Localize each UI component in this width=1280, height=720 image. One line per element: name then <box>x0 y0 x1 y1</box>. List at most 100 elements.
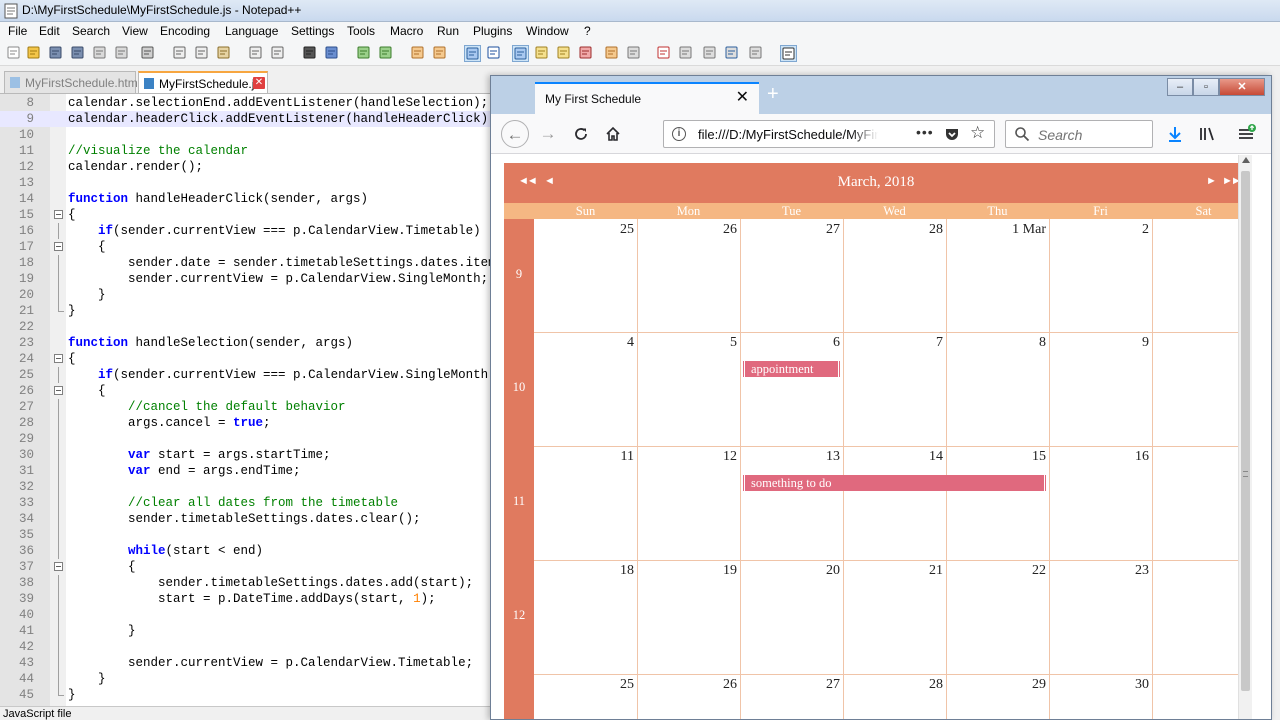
zoom-out-icon[interactable] <box>378 45 395 62</box>
doc-map-icon[interactable] <box>556 45 573 62</box>
menu-hamburger-icon[interactable] <box>1236 124 1256 144</box>
date-cell-label[interactable]: 25 <box>534 222 634 238</box>
new-tab-button[interactable]: + <box>767 84 779 104</box>
menu-item-plugins[interactable]: Plugins <box>473 24 512 38</box>
maximize-window-button[interactable]: ▫ <box>1193 78 1219 96</box>
user-lang-icon[interactable] <box>534 45 551 62</box>
file-tab-0[interactable]: MyFirstSchedule.html <box>4 71 140 93</box>
close-tab-icon[interactable]: ✕ <box>736 90 749 106</box>
menu-item-help[interactable]: ? <box>584 24 591 38</box>
save-macro-icon[interactable] <box>748 45 765 62</box>
folder-workspace-icon[interactable] <box>604 45 621 62</box>
calendar-header[interactable]: ◄◄ ◄ March, 2018 ► ►► <box>504 163 1248 203</box>
sync-horizontal-icon[interactable] <box>432 45 449 62</box>
cut-icon[interactable] <box>172 45 189 62</box>
minimize-window-button[interactable]: – <box>1167 78 1193 96</box>
date-cell-label[interactable]: 1 Mar <box>946 222 1046 238</box>
fold-toggle-icon[interactable] <box>54 210 63 219</box>
pocket-icon[interactable] <box>944 126 960 142</box>
function-list-icon[interactable] <box>578 45 595 62</box>
calendar-title[interactable]: March, 2018 <box>504 174 1248 191</box>
week-number[interactable]: 10 <box>504 380 534 395</box>
close-tab-icon[interactable]: ✕ <box>253 77 265 89</box>
copy-icon[interactable] <box>194 45 211 62</box>
menu-item-file[interactable]: File <box>8 24 27 38</box>
date-cell-label[interactable]: 25 <box>534 677 634 693</box>
date-cell-label[interactable]: 13 <box>740 449 840 465</box>
date-cell-label[interactable]: 26 <box>637 222 737 238</box>
date-cell-label[interactable]: 12 <box>637 449 737 465</box>
print-icon[interactable] <box>140 45 157 62</box>
date-cell-label[interactable]: 9 <box>1049 335 1149 351</box>
date-cell-label[interactable]: 23 <box>1049 563 1149 579</box>
home-button[interactable] <box>599 120 627 148</box>
save-all-icon[interactable] <box>70 45 87 62</box>
menu-item-search[interactable]: Search <box>72 24 110 38</box>
fold-toggle-icon[interactable] <box>54 386 63 395</box>
date-cell-label[interactable]: 2 <box>1049 222 1149 238</box>
scrollbar-thumb[interactable] <box>1241 171 1250 691</box>
open-file-icon[interactable] <box>26 45 43 62</box>
forward-button[interactable]: → <box>534 120 562 148</box>
run-macro-multiple-icon[interactable] <box>724 45 741 62</box>
date-cell-label[interactable]: 6 <box>740 335 840 351</box>
date-cell-label[interactable]: 10 <box>1152 335 1248 351</box>
file-tab-1[interactable]: MyFirstSchedule.js ✕ <box>138 71 268 93</box>
scroll-up-arrow-icon[interactable] <box>1242 157 1250 163</box>
paste-icon[interactable] <box>216 45 233 62</box>
menu-item-edit[interactable]: Edit <box>39 24 60 38</box>
menu-item-window[interactable]: Window <box>526 24 569 38</box>
downloads-icon[interactable] <box>1165 124 1185 144</box>
word-wrap-icon[interactable] <box>464 45 481 62</box>
sync-vertical-icon[interactable] <box>410 45 427 62</box>
menu-item-language[interactable]: Language <box>225 24 278 38</box>
zoom-in-icon[interactable] <box>356 45 373 62</box>
menu-item-tools[interactable]: Tools <box>347 24 375 38</box>
url-bar[interactable]: i file:///D:/MyFirstSchedule/MyFirstSche… <box>663 120 995 148</box>
monitoring-icon[interactable] <box>626 45 643 62</box>
record-macro-icon[interactable] <box>656 45 673 62</box>
date-cell-label[interactable]: 16 <box>1049 449 1149 465</box>
date-cell-label[interactable]: 27 <box>740 677 840 693</box>
fold-toggle-icon[interactable] <box>54 242 63 251</box>
code-editor[interactable]: 8 calendar.selectionEnd.addEventListener(… <box>0 94 490 706</box>
new-file-icon[interactable] <box>6 45 23 62</box>
date-cell-label[interactable]: 11 <box>534 449 634 465</box>
reload-button[interactable] <box>567 120 595 148</box>
date-cell-label[interactable]: 28 <box>843 677 943 693</box>
close-all-icon[interactable] <box>114 45 131 62</box>
menu-item-run[interactable]: Run <box>437 24 459 38</box>
date-cell-label[interactable]: 26 <box>637 677 737 693</box>
close-window-button[interactable]: ✕ <box>1219 78 1265 96</box>
save-icon[interactable] <box>48 45 65 62</box>
date-cell-label[interactable]: 3 <box>1152 222 1248 238</box>
date-cell-label[interactable]: 7 <box>843 335 943 351</box>
date-cell-label[interactable]: 17 <box>1152 449 1248 465</box>
date-cell-label[interactable]: 24 <box>1152 563 1248 579</box>
show-all-chars-icon[interactable] <box>486 45 503 62</box>
menu-item-macro[interactable]: Macro <box>390 24 423 38</box>
indent-guide-icon[interactable] <box>512 45 529 62</box>
replace-icon[interactable] <box>324 45 341 62</box>
date-cell-label[interactable]: 15 <box>946 449 1046 465</box>
date-cell-label[interactable]: 4 <box>534 335 634 351</box>
date-cell-label[interactable]: 20 <box>740 563 840 579</box>
find-icon[interactable] <box>302 45 319 62</box>
date-cell-label[interactable]: 22 <box>946 563 1046 579</box>
calendar-event[interactable]: appointment <box>742 361 841 377</box>
menu-item-view[interactable]: View <box>122 24 148 38</box>
date-cell-label[interactable]: 19 <box>637 563 737 579</box>
vertical-scrollbar[interactable] <box>1238 155 1252 719</box>
calendar-event[interactable]: something to do <box>742 475 1047 491</box>
date-cell-label[interactable]: 5 <box>637 335 737 351</box>
date-cell-label[interactable]: 29 <box>946 677 1046 693</box>
spell-check-icon[interactable] <box>780 45 797 62</box>
date-cell-label[interactable]: 30 <box>1049 677 1149 693</box>
date-cell-label[interactable]: 18 <box>534 563 634 579</box>
date-cell-label[interactable]: 21 <box>843 563 943 579</box>
date-cell-label[interactable]: 31 <box>1152 677 1248 693</box>
undo-icon[interactable] <box>248 45 265 62</box>
menu-item-settings[interactable]: Settings <box>291 24 334 38</box>
stop-macro-icon[interactable] <box>678 45 695 62</box>
search-bar[interactable]: Search <box>1005 120 1153 148</box>
